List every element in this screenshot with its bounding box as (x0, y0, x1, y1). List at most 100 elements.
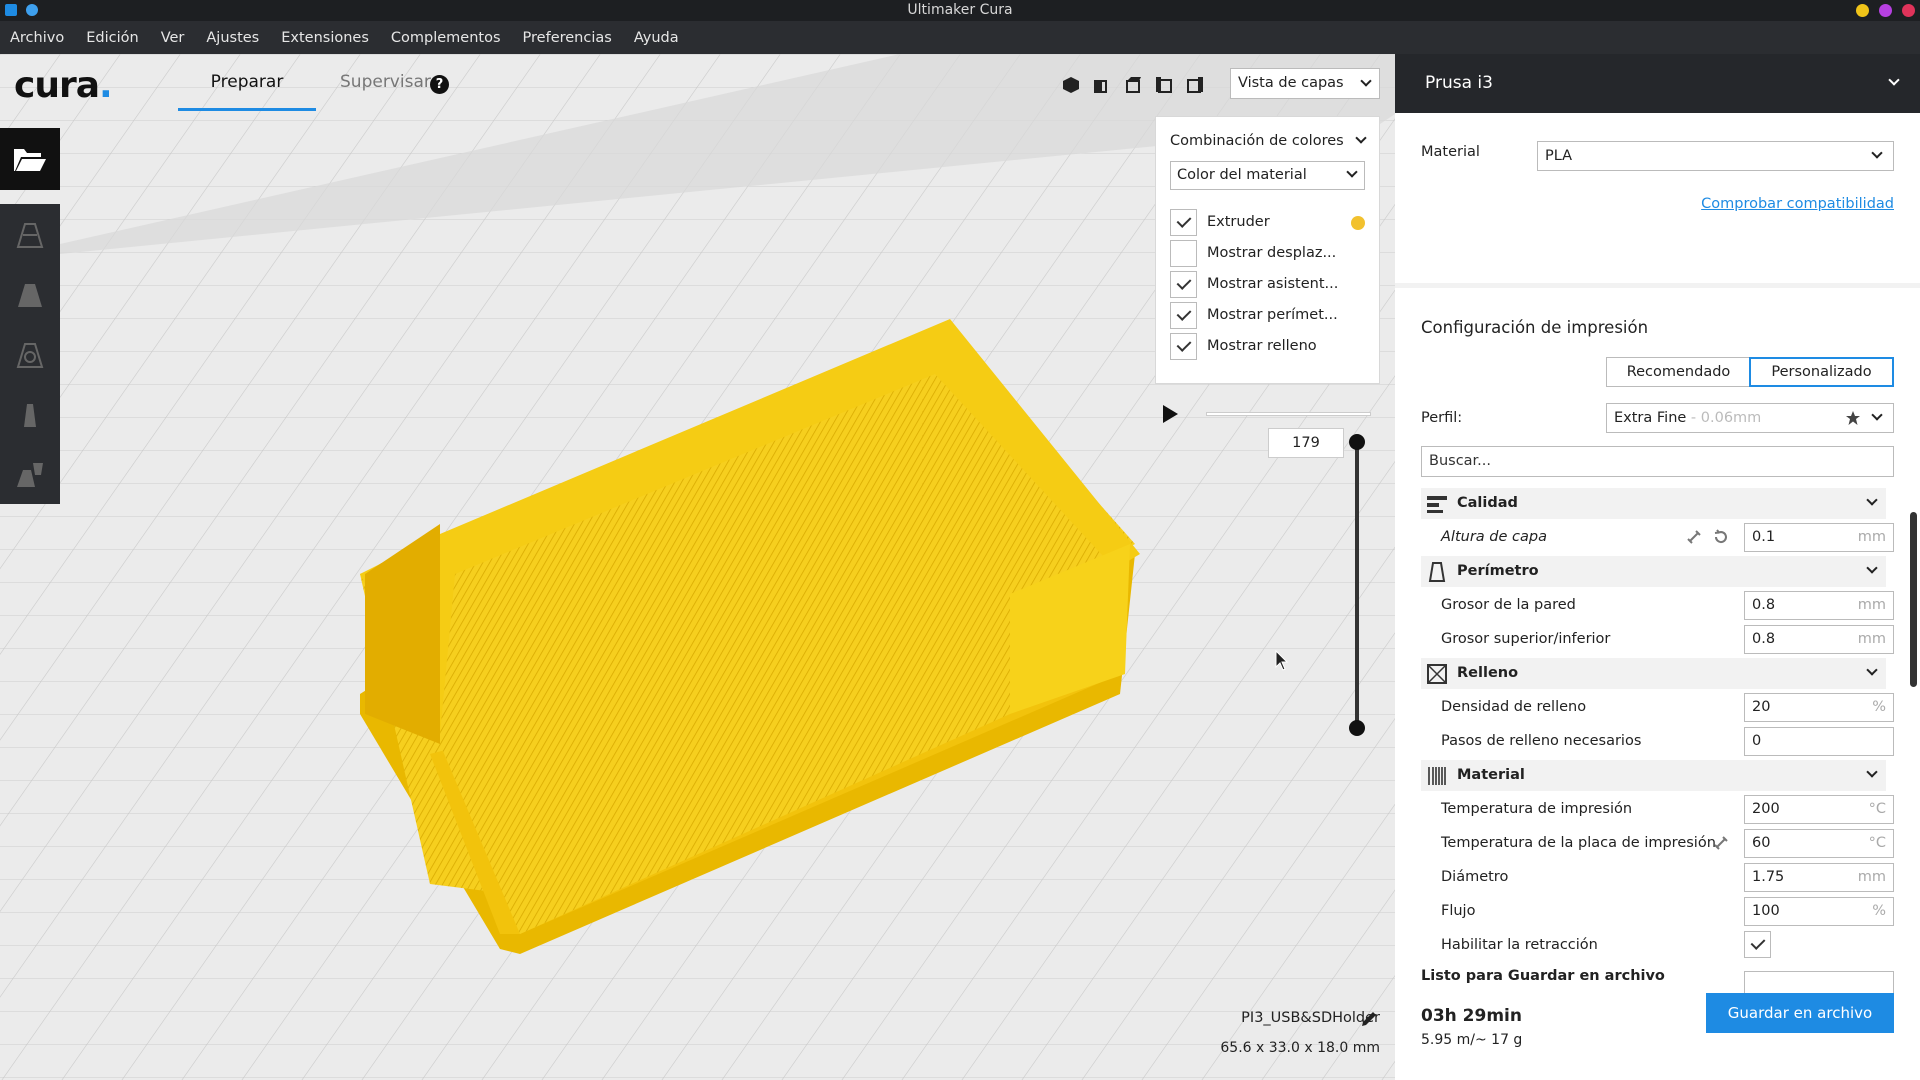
ready-status: Listo para Guardar en archivo (1421, 968, 1665, 984)
flow-input[interactable]: 100% (1744, 897, 1894, 926)
scale-tool-icon[interactable] (11, 276, 49, 314)
edit-name-icon[interactable] (1360, 1010, 1378, 1032)
current-layer-input[interactable]: 179 (1268, 428, 1344, 458)
material-dropdown[interactable]: PLA (1537, 141, 1894, 171)
print-temp-input[interactable]: 200 °C (1744, 795, 1894, 824)
mouse-cursor-icon (1275, 650, 1289, 671)
infill-steps-label: Pasos de relleno necesarios (1441, 733, 1642, 749)
material-value: PLA (1545, 148, 1573, 164)
extruder-toggle[interactable]: Extruder (1170, 208, 1270, 236)
check-compatibility-link[interactable]: Comprobar compatibilidad (1701, 196, 1894, 212)
infill-icon (1427, 664, 1447, 684)
extruder-color-swatch (1351, 216, 1365, 230)
path-slider[interactable] (1206, 412, 1371, 416)
chevron-down-icon (1871, 409, 1883, 421)
checkbox[interactable] (1170, 270, 1197, 298)
layer-height-value: 0.1 (1752, 529, 1776, 545)
cura-logo: cura. (14, 65, 113, 106)
menu-ayuda[interactable]: Ayuda (634, 30, 679, 46)
link-icon[interactable] (1686, 529, 1702, 545)
window-title: Ultimaker Cura (907, 2, 1013, 18)
menu-edicion[interactable]: Edición (86, 30, 138, 46)
extruder-label: Extruder (1207, 214, 1270, 230)
layer-slider-lower-handle[interactable] (1349, 720, 1365, 736)
quality-icon (1427, 496, 1447, 513)
diameter-input[interactable]: 1.75 mm (1744, 863, 1894, 892)
menu-extensiones[interactable]: Extensiones (281, 30, 369, 46)
left-view-icon[interactable] (1153, 74, 1175, 96)
category-shell[interactable]: Perímetro (1421, 556, 1886, 587)
infill-steps-input[interactable]: 0 (1744, 727, 1894, 756)
3d-view-icon[interactable] (1060, 74, 1082, 96)
minimize-button[interactable] (1856, 4, 1869, 17)
profile-dropdown[interactable]: Extra Fine - 0.06mm (1606, 403, 1894, 433)
infill-density-label: Densidad de relleno (1441, 699, 1587, 715)
menu-archivo[interactable]: Archivo (10, 30, 64, 46)
color-scheme-title: Combinación de colores (1170, 133, 1344, 149)
bed-temp-unit: °C (1868, 835, 1886, 851)
link-icon[interactable] (1713, 835, 1729, 851)
save-to-file-button[interactable]: Guardar en archivo (1706, 993, 1894, 1033)
checkbox[interactable] (1170, 301, 1197, 329)
print-temp-label: Temperatura de impresión (1441, 801, 1633, 817)
play-simulation-icon[interactable] (1163, 405, 1178, 423)
show-helpers-label: Mostrar asistent... (1207, 276, 1339, 292)
layer-slider-track[interactable] (1355, 443, 1359, 729)
tab-prepare[interactable]: Preparar (178, 72, 316, 92)
menu-ver[interactable]: Ver (161, 30, 185, 46)
tab-monitor[interactable]: Supervisar (340, 72, 431, 92)
top-bottom-input[interactable]: 0.8 mm (1744, 625, 1894, 654)
custom-mode-button[interactable]: Personalizado (1749, 357, 1894, 387)
chevron-down-icon[interactable] (1355, 132, 1367, 144)
settings-scrollbar[interactable] (1910, 512, 1917, 687)
move-tool-icon[interactable] (11, 216, 49, 254)
menu-complementos[interactable]: Complementos (391, 30, 501, 46)
reset-icon[interactable] (1713, 529, 1729, 545)
maximize-button[interactable] (1879, 4, 1892, 17)
top-view-icon[interactable] (1122, 74, 1144, 96)
checkbox[interactable] (1170, 208, 1197, 236)
rotate-tool-icon[interactable] (11, 336, 49, 374)
retraction-checkbox[interactable] (1744, 931, 1771, 958)
right-view-icon[interactable] (1184, 74, 1206, 96)
show-helpers-toggle[interactable]: Mostrar asistent... (1170, 270, 1338, 298)
checkbox[interactable] (1170, 239, 1197, 267)
chevron-down-icon (1346, 166, 1358, 178)
close-button[interactable] (1902, 4, 1915, 17)
star-icon[interactable] (1845, 410, 1861, 426)
infill-density-value: 20 (1752, 699, 1771, 715)
per-model-settings-icon[interactable] (11, 456, 49, 494)
profile-label: Perfil: (1421, 410, 1463, 426)
wall-thickness-input[interactable]: 0.8 mm (1744, 591, 1894, 620)
layer-slider-upper-handle[interactable] (1349, 434, 1365, 450)
mirror-tool-icon[interactable] (11, 396, 49, 434)
help-icon[interactable]: ? (430, 75, 449, 94)
layer-height-input[interactable]: 0.1 mm (1744, 523, 1894, 552)
show-infill-toggle[interactable]: Mostrar relleno (1170, 332, 1317, 360)
category-infill[interactable]: Relleno (1421, 658, 1886, 689)
printer-selector[interactable]: Prusa i3 (1395, 54, 1920, 113)
view-mode-dropdown[interactable]: Vista de capas (1230, 68, 1380, 99)
infill-steps-value: 0 (1752, 733, 1762, 749)
bed-temp-label: Temperatura de la placa de impresión (1441, 835, 1716, 851)
menu-ajustes[interactable]: Ajustes (206, 30, 259, 46)
infill-density-input[interactable]: 20% (1744, 693, 1894, 722)
menu-preferencias[interactable]: Preferencias (523, 30, 612, 46)
flow-value: 100 (1752, 903, 1780, 919)
front-view-icon[interactable] (1091, 74, 1113, 96)
category-quality[interactable]: Calidad (1421, 488, 1886, 519)
settings-search-input[interactable]: Buscar... (1421, 446, 1894, 477)
open-file-button[interactable] (0, 128, 60, 190)
checkbox[interactable] (1170, 332, 1197, 360)
show-travels-toggle[interactable]: Mostrar desplaz... (1170, 239, 1336, 267)
show-shell-toggle[interactable]: Mostrar perímet... (1170, 301, 1338, 329)
category-quality-label: Calidad (1457, 495, 1518, 511)
recommended-mode-button[interactable]: Recomendado (1606, 357, 1751, 387)
color-scheme-dropdown[interactable]: Color del material (1170, 161, 1365, 190)
material-spool-icon (1428, 767, 1446, 785)
bed-temp-input[interactable]: 60 °C (1744, 829, 1894, 858)
category-material[interactable]: Material (1421, 760, 1886, 791)
print-temp-unit: °C (1868, 801, 1886, 817)
settings-panel: Prusa i3 Material PLA Comprobar compatib… (1395, 54, 1920, 1080)
diameter-unit: mm (1857, 869, 1886, 885)
